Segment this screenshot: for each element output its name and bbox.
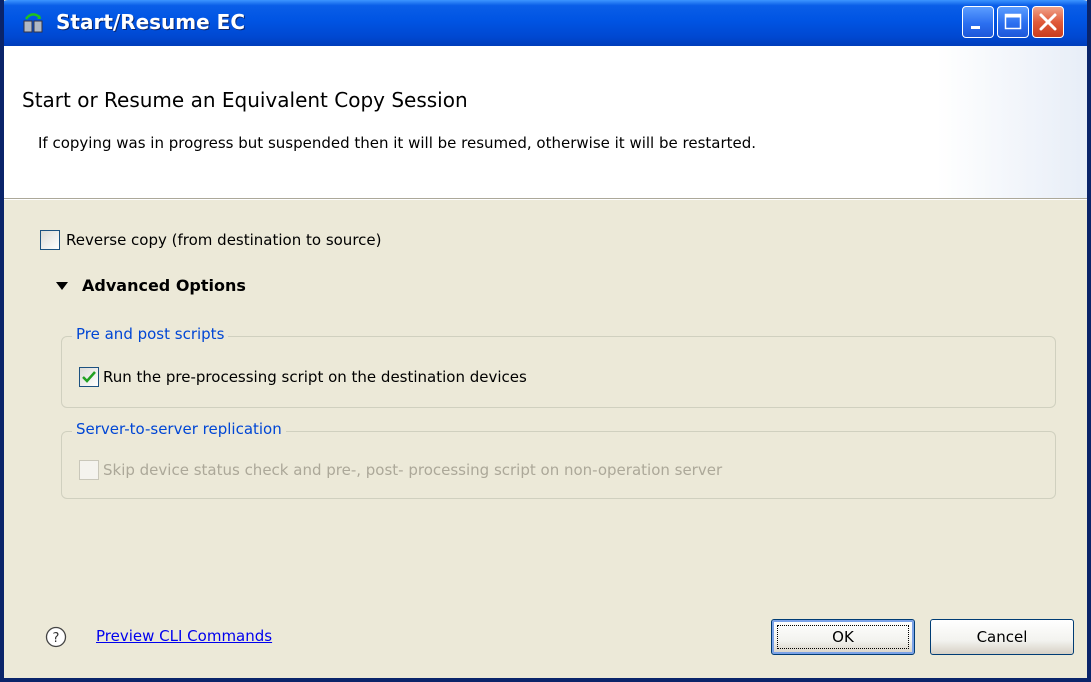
dialog-title: Start or Resume an Equivalent Copy Sessi…	[22, 88, 468, 112]
window-title: Start/Resume EC	[56, 10, 246, 34]
group-title-server-replication: Server-to-server replication	[72, 420, 286, 438]
app-icon	[23, 13, 43, 33]
run-pre-processing-label[interactable]: Run the pre-processing script on the des…	[103, 368, 527, 386]
skip-device-status-label: Skip device status check and pre-, post-…	[103, 461, 723, 479]
advanced-options-label: Advanced Options	[82, 276, 246, 295]
pre-post-scripts-group: Pre and post scripts Run the pre-process…	[61, 325, 1056, 408]
cancel-button[interactable]: Cancel	[930, 619, 1074, 655]
svg-text:?: ?	[53, 631, 60, 646]
maximize-icon	[1004, 13, 1022, 30]
group-title-pre-post-scripts: Pre and post scripts	[72, 325, 229, 343]
reverse-copy-checkbox[interactable]	[40, 230, 60, 250]
minimize-button[interactable]	[962, 6, 994, 38]
run-pre-processing-checkbox[interactable]	[79, 367, 99, 387]
skip-device-status-checkbox[interactable]	[79, 460, 99, 480]
server-replication-group: Server-to-server replication Skip device…	[61, 420, 1056, 499]
reverse-copy-label[interactable]: Reverse copy (from destination to source…	[66, 231, 381, 249]
dialog-description: If copying was in progress but suspended…	[38, 134, 757, 152]
minimize-icon	[971, 26, 980, 29]
dialog-header: Start or Resume an Equivalent Copy Sessi…	[4, 46, 1087, 198]
dialog-window: Start/Resume EC Start or Resume an Equiv…	[0, 0, 1091, 682]
triangle-down-icon	[56, 282, 68, 290]
ok-button[interactable]: OK	[771, 619, 915, 655]
maximize-button[interactable]	[997, 6, 1029, 38]
help-icon[interactable]: ?	[45, 626, 67, 648]
preview-cli-commands-link[interactable]: Preview CLI Commands	[96, 627, 272, 645]
close-button[interactable]	[1032, 6, 1064, 38]
title-bar[interactable]: Start/Resume EC	[4, 0, 1087, 46]
advanced-options-toggle[interactable]: Advanced Options	[52, 276, 292, 302]
close-icon	[1039, 13, 1057, 31]
cancel-button-label: Cancel	[976, 628, 1028, 646]
checkmark-icon	[82, 371, 96, 383]
